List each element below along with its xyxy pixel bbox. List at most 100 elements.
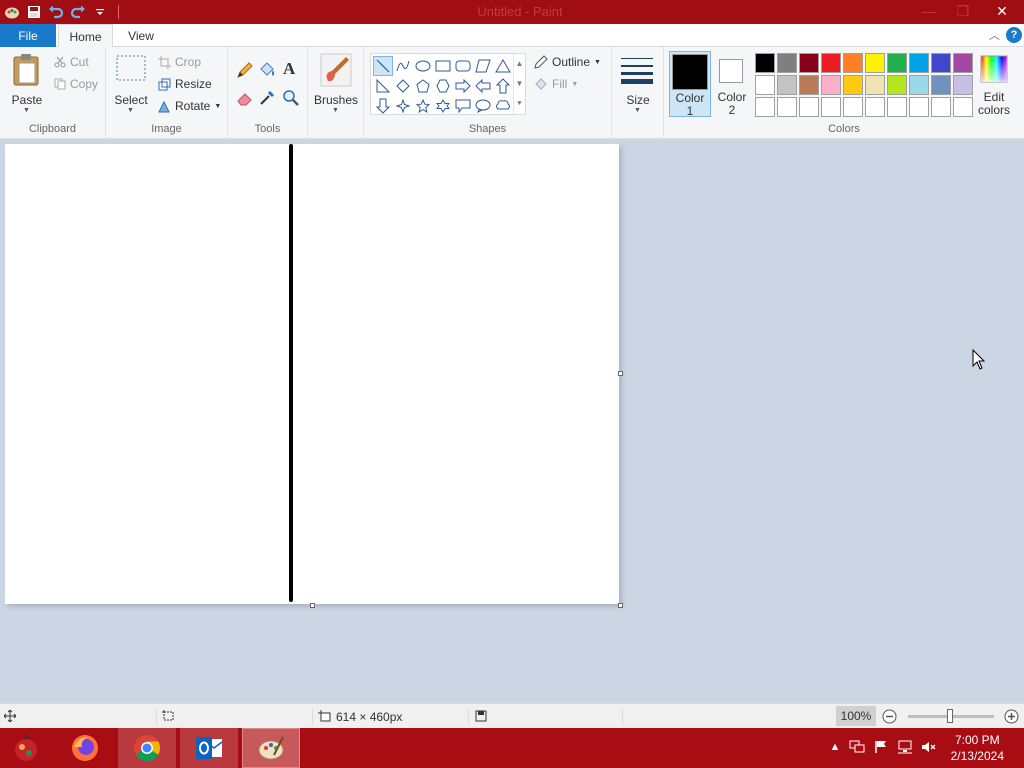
color-swatch[interactable] [799,97,819,117]
pencil-icon[interactable] [236,61,254,82]
eraser-icon[interactable] [236,89,254,110]
cut-button[interactable]: Cut [54,55,89,69]
crop-button[interactable]: Crop [158,55,201,69]
color-swatch[interactable] [799,53,819,73]
color-swatch[interactable] [931,53,951,73]
resize-handle-right[interactable] [618,371,623,376]
close-button[interactable]: ✕ [980,0,1024,22]
taskbar-firefox[interactable] [56,728,114,768]
color-swatch[interactable] [755,97,775,117]
show-hidden-icons[interactable]: ▲ [826,738,844,756]
color-swatch[interactable] [777,97,797,117]
help-icon[interactable]: ? [1006,27,1022,43]
resize-handle-bottom[interactable] [310,603,315,608]
tab-view[interactable]: View [116,24,166,47]
color-swatch[interactable] [755,75,775,95]
zoom-in-icon[interactable] [1004,709,1019,724]
right-arrow-shape-icon[interactable] [453,76,473,96]
color-swatch[interactable] [821,97,841,117]
four-point-star-shape-icon[interactable] [393,96,413,116]
color-swatch[interactable] [931,75,951,95]
taskbar-outlook[interactable] [180,728,238,768]
color-swatch[interactable] [887,53,907,73]
oval-shape-icon[interactable] [413,56,433,76]
tab-file[interactable]: File [0,24,56,47]
color-swatch[interactable] [865,75,885,95]
maximize-button[interactable]: ❐ [946,0,980,22]
color2-button[interactable]: Color 2 [713,51,751,117]
network-sharing-icon[interactable] [848,738,866,756]
color-swatch[interactable] [953,97,973,117]
color-swatch[interactable] [777,75,797,95]
brushes-button[interactable]: Brushes ▼ [312,51,360,115]
color-swatch[interactable] [843,97,863,117]
magnifier-icon[interactable] [282,89,300,110]
tab-home[interactable]: Home [58,24,113,48]
color-swatch[interactable] [755,53,775,73]
fill-button[interactable]: Fill ▼ [534,77,578,91]
resize-button[interactable]: Resize [158,77,212,91]
color1-button[interactable]: Color 1 [669,51,711,118]
color-swatch[interactable] [865,53,885,73]
five-point-star-shape-icon[interactable] [413,96,433,116]
network-icon[interactable] [896,738,914,756]
color-swatch[interactable] [799,75,819,95]
shapes-scroll-down-icon[interactable]: ▼ [516,79,524,88]
left-arrow-shape-icon[interactable] [473,76,493,96]
color-swatch[interactable] [931,97,951,117]
resize-handle-corner[interactable] [618,603,623,608]
triangle-shape-icon[interactable] [493,56,513,76]
system-clock[interactable]: 7:00 PM 2/13/2024 [951,732,1004,764]
text-tool-icon[interactable]: A [283,59,295,79]
color-swatch[interactable] [777,53,797,73]
volume-muted-icon[interactable] [920,738,938,756]
oval-callout-shape-icon[interactable] [473,96,493,116]
size-button[interactable]: Size ▼ [616,51,660,115]
line-shape-icon[interactable] [373,56,393,76]
color-swatch[interactable] [865,97,885,117]
color-swatch[interactable] [887,97,907,117]
curve-shape-icon[interactable] [393,56,413,76]
color-swatch[interactable] [887,75,907,95]
taskbar-paint[interactable] [242,728,300,768]
select-button[interactable]: Select ▼ [114,51,148,115]
fill-bucket-icon[interactable] [258,61,276,82]
color-swatch[interactable] [821,75,841,95]
diamond-shape-icon[interactable] [393,76,413,96]
color-swatch[interactable] [953,75,973,95]
color-swatch[interactable] [843,53,863,73]
color-swatch[interactable] [909,53,929,73]
up-arrow-shape-icon[interactable] [493,76,513,96]
pentagon-shape-icon[interactable] [413,76,433,96]
shapes-expand-icon[interactable]: ⯆ [516,99,522,109]
color-swatch[interactable] [953,53,973,73]
rotate-button[interactable]: Rotate ▼ [158,99,221,113]
zoom-slider-thumb[interactable] [947,709,953,723]
outline-button[interactable]: Outline ▼ [534,55,601,69]
six-point-star-shape-icon[interactable] [433,96,453,116]
action-center-flag-icon[interactable] [872,738,890,756]
paste-button[interactable]: Paste ▼ [6,51,48,115]
color-swatch[interactable] [821,53,841,73]
color-swatch[interactable] [909,97,929,117]
polygon-shape-icon[interactable] [473,56,493,76]
zoom-out-icon[interactable] [882,709,897,724]
taskbar-chrome[interactable] [118,728,176,768]
start-button[interactable] [0,728,52,768]
rounded-rectangle-shape-icon[interactable] [453,56,473,76]
cloud-callout-shape-icon[interactable] [493,96,513,116]
right-triangle-shape-icon[interactable] [373,76,393,96]
collapse-ribbon-icon[interactable]: ︿ [989,27,1000,43]
down-arrow-shape-icon[interactable] [373,96,393,116]
rectangle-shape-icon[interactable] [433,56,453,76]
color-picker-icon[interactable] [258,89,276,110]
color-swatch[interactable] [909,75,929,95]
shapes-scroll-up-icon[interactable]: ▲ [516,59,524,68]
color-swatch[interactable] [843,75,863,95]
hexagon-shape-icon[interactable] [433,76,453,96]
drawing-canvas[interactable] [5,144,619,604]
shapes-scrollbar[interactable]: ▲ ▼ ⯆ [513,54,525,114]
copy-button[interactable]: Copy [54,77,98,91]
rect-callout-shape-icon[interactable] [453,96,473,116]
minimize-button[interactable]: — [912,0,946,22]
